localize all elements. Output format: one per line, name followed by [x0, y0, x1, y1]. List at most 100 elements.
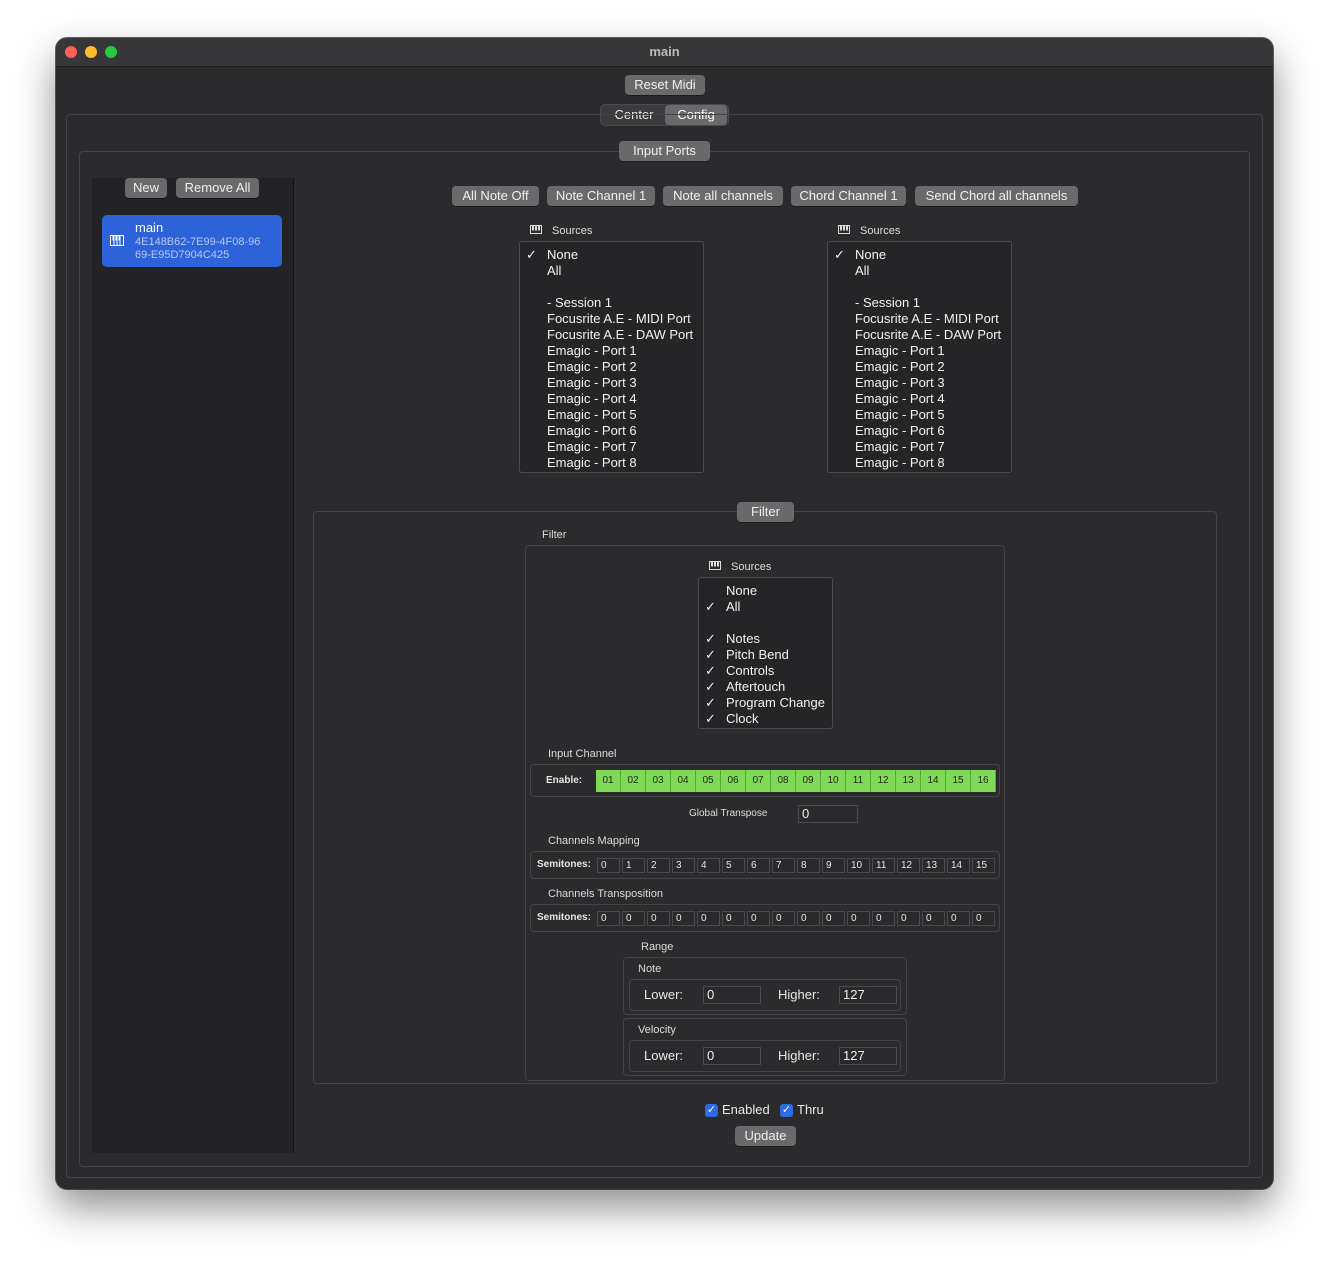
channel-toggle-04[interactable]: 04 — [671, 770, 696, 792]
thru-checkbox[interactable]: ✓ — [780, 1104, 793, 1117]
channel-toggle-13[interactable]: 13 — [896, 770, 921, 792]
mapping-cell[interactable]: 8 — [797, 858, 820, 873]
filter-source-item[interactable]: ✓ Program Change — [699, 695, 832, 711]
sources-left-list[interactable]: ✓ None All - Session 1 Focusrite A.E - MIDI … — [519, 241, 704, 473]
mapping-cell[interactable]: 11 — [872, 858, 895, 873]
all-note-off-button[interactable]: All Note Off — [452, 186, 539, 206]
source-left-item[interactable]: Emagic - Port 6 — [520, 423, 703, 439]
source-left-item[interactable]: Emagic - Port 7 — [520, 439, 703, 455]
source-right-item[interactable]: Emagic - Port 2 — [828, 359, 1011, 375]
new-port-button[interactable]: New — [125, 178, 167, 198]
transposition-cell[interactable]: 0 — [822, 911, 845, 926]
channel-toggle-07[interactable]: 07 — [746, 770, 771, 792]
transposition-cell[interactable]: 0 — [747, 911, 770, 926]
source-left-item[interactable]: All — [520, 263, 703, 279]
mapping-cell[interactable]: 4 — [697, 858, 720, 873]
sidebar-item-main[interactable]: main 4E148B62-7E99-4F08-96 69-E95D7904C4… — [102, 215, 282, 267]
transposition-cell[interactable]: 0 — [922, 911, 945, 926]
filter-source-item[interactable]: ✓ All — [699, 599, 832, 615]
mapping-cell[interactable]: 12 — [897, 858, 920, 873]
filter-source-item[interactable]: ✓ Clock — [699, 711, 832, 727]
channel-toggle-15[interactable]: 15 — [946, 770, 971, 792]
mapping-cell[interactable]: 15 — [972, 858, 995, 873]
source-right-item[interactable]: - Session 1 — [828, 295, 1011, 311]
velocity-higher-field[interactable]: 127 — [839, 1047, 897, 1065]
channel-toggle-10[interactable]: 10 — [821, 770, 846, 792]
filter-sources-list[interactable]: None ✓ All ✓ Notes ✓ Pitch Bend ✓ Controls ✓ After… — [698, 577, 833, 729]
note-all-channels-button[interactable]: Note all channels — [663, 186, 783, 206]
source-right-item[interactable]: Emagic - Port 3 — [828, 375, 1011, 391]
mapping-cell[interactable]: 3 — [672, 858, 695, 873]
note-higher-field[interactable]: 127 — [839, 986, 897, 1004]
velocity-lower-field[interactable]: 0 — [703, 1047, 761, 1065]
source-right-item[interactable]: ✓ None — [828, 247, 1011, 263]
source-right-item[interactable]: All — [828, 263, 1011, 279]
source-right-item[interactable]: Emagic - Port 8 — [828, 455, 1011, 471]
channel-toggle-12[interactable]: 12 — [871, 770, 896, 792]
transposition-cell[interactable]: 0 — [672, 911, 695, 926]
transposition-cell[interactable]: 0 — [722, 911, 745, 926]
mapping-cell[interactable]: 1 — [622, 858, 645, 873]
channel-toggle-11[interactable]: 11 — [846, 770, 871, 792]
channel-toggle-09[interactable]: 09 — [796, 770, 821, 792]
source-left-item[interactable]: - Session 1 — [520, 295, 703, 311]
filter-source-item[interactable]: ✓ Notes — [699, 631, 832, 647]
source-left-item[interactable]: Emagic - Port 8 — [520, 455, 703, 471]
source-right-item[interactable]: Emagic - Port 4 — [828, 391, 1011, 407]
channel-toggle-03[interactable]: 03 — [646, 770, 671, 792]
filter-source-item[interactable]: ✓ Aftertouch — [699, 679, 832, 695]
transposition-cell[interactable]: 0 — [972, 911, 995, 926]
source-left-item[interactable]: Emagic - Port 3 — [520, 375, 703, 391]
transposition-cell[interactable]: 0 — [597, 911, 620, 926]
source-right-item[interactable]: Focusrite A.E - MIDI Port — [828, 311, 1011, 327]
channel-toggle-06[interactable]: 06 — [721, 770, 746, 792]
filter-source-item[interactable]: ✓ Pitch Bend — [699, 647, 832, 663]
source-right-item[interactable]: Emagic - Port 7 — [828, 439, 1011, 455]
filter-source-item[interactable] — [699, 615, 832, 631]
source-left-item[interactable]: Focusrite A.E - MIDI Port — [520, 311, 703, 327]
channel-toggle-16[interactable]: 16 — [971, 770, 996, 792]
note-channel-1-button[interactable]: Note Channel 1 — [547, 186, 655, 206]
input-ports-tab[interactable]: Input Ports — [619, 141, 710, 161]
source-left-item[interactable]: Focusrite A.E - DAW Port — [520, 327, 703, 343]
transposition-cell[interactable]: 0 — [947, 911, 970, 926]
source-left-item[interactable] — [520, 279, 703, 295]
channel-toggle-02[interactable]: 02 — [621, 770, 646, 792]
enabled-checkbox[interactable]: ✓ — [705, 1104, 718, 1117]
source-right-item[interactable]: Emagic - Port 1 — [828, 343, 1011, 359]
transposition-cell[interactable]: 0 — [622, 911, 645, 926]
mapping-cell[interactable]: 14 — [947, 858, 970, 873]
send-chord-all-channels-button[interactable]: Send Chord all channels — [915, 186, 1078, 206]
mapping-cell[interactable]: 2 — [647, 858, 670, 873]
mapping-cell[interactable]: 5 — [722, 858, 745, 873]
filter-source-item[interactable]: None — [699, 583, 832, 599]
source-right-item[interactable]: Emagic - Port 5 — [828, 407, 1011, 423]
transposition-cell[interactable]: 0 — [772, 911, 795, 926]
mapping-cell[interactable]: 6 — [747, 858, 770, 873]
channel-toggle-14[interactable]: 14 — [921, 770, 946, 792]
transposition-cell[interactable]: 0 — [872, 911, 895, 926]
reset-midi-button[interactable]: Reset Midi — [625, 75, 705, 95]
mapping-cell[interactable]: 7 — [772, 858, 795, 873]
transposition-cell[interactable]: 0 — [847, 911, 870, 926]
sources-right-list[interactable]: ✓ None All - Session 1 Focusrite A.E - MIDI … — [827, 241, 1012, 473]
transposition-cell[interactable]: 0 — [647, 911, 670, 926]
mapping-cell[interactable]: 10 — [847, 858, 870, 873]
mapping-cell[interactable]: 9 — [822, 858, 845, 873]
channel-toggle-01[interactable]: 01 — [596, 770, 621, 792]
chord-channel-1-button[interactable]: Chord Channel 1 — [791, 186, 906, 206]
mapping-cell[interactable]: 0 — [597, 858, 620, 873]
source-left-item[interactable]: Emagic - Port 2 — [520, 359, 703, 375]
mapping-cell[interactable]: 13 — [922, 858, 945, 873]
source-left-item[interactable]: Emagic - Port 5 — [520, 407, 703, 423]
remove-all-button[interactable]: Remove All — [176, 178, 259, 198]
transposition-cell[interactable]: 0 — [697, 911, 720, 926]
filter-source-item[interactable]: ✓ Controls — [699, 663, 832, 679]
global-transpose-field[interactable]: 0 — [798, 805, 858, 823]
source-right-item[interactable]: Emagic - Port 6 — [828, 423, 1011, 439]
note-lower-field[interactable]: 0 — [703, 986, 761, 1004]
source-left-item[interactable]: Emagic - Port 4 — [520, 391, 703, 407]
source-left-item[interactable]: Emagic - Port 1 — [520, 343, 703, 359]
channel-toggle-05[interactable]: 05 — [696, 770, 721, 792]
source-right-item[interactable]: Focusrite A.E - DAW Port — [828, 327, 1011, 343]
